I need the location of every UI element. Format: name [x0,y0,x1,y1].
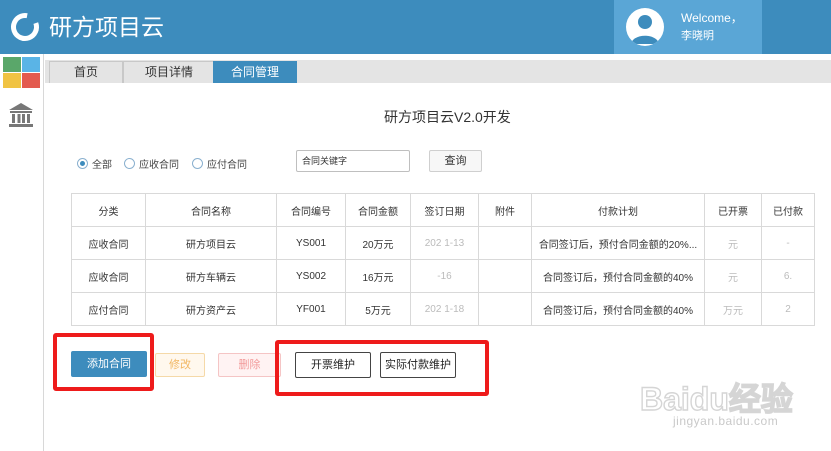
table-row[interactable]: 应收合同 研方车辆云 YS002 16万元 -16 合同签订后，预付合同金额的4… [71,259,815,293]
table-cell: 5万元 [345,292,411,326]
highlight-box-add [53,333,154,391]
app-title: 研方项目云 [49,14,164,40]
column-header: 付款计划 [531,193,705,227]
username: 李晓明 [681,30,714,42]
table-cell: 20万元 [345,226,411,260]
radio-payable-label: 应付合同 [207,159,247,171]
table-header-row: 分类 合同名称 合同编号 合同金额 签订日期 附件 付款计划 已开票 已付款 [71,193,815,227]
radio-unchecked-icon[interactable] [192,157,203,169]
table-row[interactable]: 应付合同 研方资产云 YF001 5万元 202 1-18 合同签订后，预付合同… [71,292,815,326]
contract-table: 分类 合同名称 合同编号 合同金额 签订日期 附件 付款计划 已开票 已付款 应… [71,193,815,326]
table-cell: 应收合同 [71,259,146,293]
highlight-box-maintenance [275,340,489,396]
table-cell: 合同签订后，预付合同金额的40% [531,292,705,326]
user-avatar-icon[interactable] [626,8,664,46]
query-button[interactable]: 查询 [429,150,482,172]
tab-bar: 首页 项目详情 合同管理 [45,60,831,83]
table-cell [478,226,532,260]
welcome-text: Welcome， [681,11,743,25]
contract-keyword-input[interactable] [296,150,410,172]
app-header: 研方项目云 Welcome， 李晓明 [0,0,831,54]
column-header: 合同金额 [345,193,411,227]
column-header: 已付款 [761,193,815,227]
table-cell: 6. [761,259,815,293]
column-header: 分类 [71,193,146,227]
table-cell: YS001 [276,226,346,260]
table-cell: 应付合同 [71,292,146,326]
table-cell: YF001 [276,292,346,326]
column-header: 附件 [478,193,532,227]
bank-icon[interactable] [8,101,34,129]
baidu-watermark-logo: Baidu经验 [639,380,793,417]
ring-logo-icon [11,13,39,41]
table-cell: -16 [410,259,479,293]
table-cell [478,292,532,326]
tab-home[interactable]: 首页 [49,61,123,83]
table-cell: 元 [704,226,762,260]
user-panel[interactable]: Welcome， 李晓明 [614,0,762,54]
radio-checked-icon[interactable] [77,157,88,169]
radio-receivable-label: 应收合同 [139,159,179,171]
watermark-url: jingyan.baidu.com [673,414,779,428]
table-cell: 合同签订后，预付合同金额的40% [531,259,705,293]
table-cell: - [761,226,815,260]
column-header: 合同编号 [276,193,346,227]
table-cell: 2 [761,292,815,326]
table-cell: 研方项目云 [145,226,277,260]
table-cell: YS002 [276,259,346,293]
table-row[interactable]: 应收合同 研方项目云 YS001 20万元 202 1-13 合同签订后，预付合… [71,226,815,260]
table-cell: 合同签订后，预付合同金额的20%... [531,226,705,260]
radio-all[interactable]: 全部 [77,156,112,171]
left-sidebar [0,54,44,451]
column-header: 签订日期 [410,193,479,227]
svg-text:Baidu经验: Baidu经验 [640,381,793,417]
table-cell [478,259,532,293]
tab-project-details[interactable]: 项目详情 [123,61,215,83]
table-cell: 元 [704,259,762,293]
table-cell: 研方车辆云 [145,259,277,293]
radio-payable[interactable]: 应付合同 [192,156,247,171]
delete-button[interactable]: 删除 [218,353,281,377]
table-cell: 202 1-13 [410,226,479,260]
column-header: 合同名称 [145,193,277,227]
table-cell: 研方资产云 [145,292,277,326]
radio-all-label: 全部 [92,159,112,171]
table-cell: 16万元 [345,259,411,293]
table-cell: 202 1-18 [410,292,479,326]
tab-contract-management[interactable]: 合同管理 [213,61,297,83]
page-title: 研方项目云V2.0开发 [384,109,511,125]
radio-receivable[interactable]: 应收合同 [124,156,179,171]
table-cell: 万元 [704,292,762,326]
column-header: 已开票 [704,193,762,227]
edit-button[interactable]: 修改 [155,353,205,377]
table-cell: 应收合同 [71,226,146,260]
radio-unchecked-icon[interactable] [124,157,135,169]
